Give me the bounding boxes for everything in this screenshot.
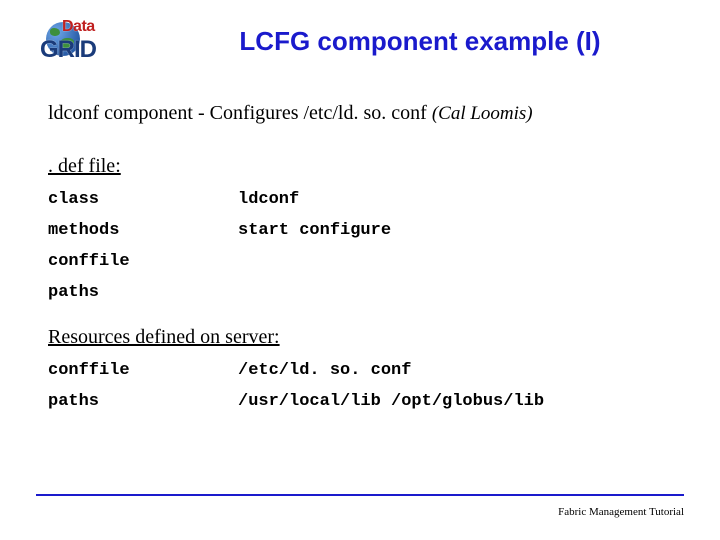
def-key: class: [48, 191, 238, 208]
def-val: [238, 284, 672, 301]
res-row: conffile /etc/ld. so. conf: [48, 355, 672, 386]
def-key: methods: [48, 222, 238, 239]
component-description: ldconf component - Configures /etc/ld. s…: [48, 102, 672, 125]
slide: Data GRID LCFG component example (I) ldc…: [0, 0, 720, 540]
def-file-heading: . def file:: [48, 155, 672, 178]
res-key: conffile: [48, 362, 238, 379]
resources-heading: Resources defined on server:: [48, 326, 672, 349]
def-row: methods start configure: [48, 215, 672, 246]
logo-text-data: Data: [62, 18, 95, 36]
def-row: class ldconf: [48, 184, 672, 215]
slide-title: LCFG component example (I): [160, 26, 680, 57]
divider: [36, 494, 684, 496]
slide-body: ldconf component - Configures /etc/ld. s…: [48, 102, 672, 417]
def-val: ldconf: [238, 191, 672, 208]
description-credit: (Cal Loomis): [432, 103, 533, 124]
def-key: conffile: [48, 253, 238, 270]
def-val: start configure: [238, 222, 672, 239]
footer-text: Fabric Management Tutorial: [558, 506, 684, 518]
res-val: /usr/local/lib /opt/globus/lib: [238, 393, 672, 410]
datagrid-logo: Data GRID: [40, 20, 110, 64]
def-val: [238, 253, 672, 270]
res-val: /etc/ld. so. conf: [238, 362, 672, 379]
description-text: ldconf component - Configures /etc/ld. s…: [48, 102, 427, 124]
def-row: paths: [48, 277, 672, 308]
def-row: conffile: [48, 246, 672, 277]
res-row: paths /usr/local/lib /opt/globus/lib: [48, 386, 672, 417]
def-key: paths: [48, 284, 238, 301]
logo-text-grid: GRID: [40, 36, 96, 64]
res-key: paths: [48, 393, 238, 410]
